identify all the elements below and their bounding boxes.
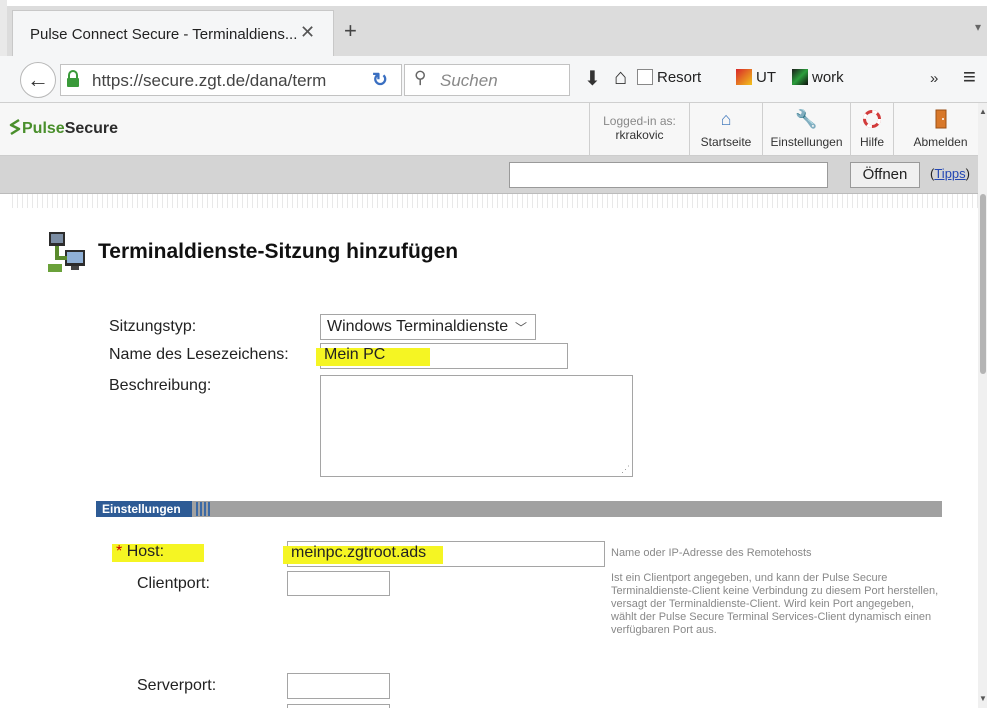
quick-open-bar (0, 156, 987, 194)
terminal-services-icon (48, 232, 85, 272)
startseite-button[interactable]: ⌂ Startseite (689, 103, 762, 156)
resize-grip-icon[interactable]: ⋰ (621, 464, 630, 475)
clientport-label: Clientport: (137, 575, 210, 592)
pulse-secure-logo: PulseSecure (8, 118, 118, 138)
wrench-icon: 🔧 (795, 109, 818, 129)
pulse-logo-icon (9, 118, 21, 136)
logged-in-info: Logged-in as: rkrakovic (589, 103, 689, 156)
sitzungstyp-select[interactable]: Windows Terminaldienste (320, 314, 536, 340)
url-text[interactable]: https://secure.zgt.de/dana/term (92, 71, 326, 91)
section-divider (96, 501, 942, 517)
tips: (Tipps) (930, 166, 970, 181)
next-field-input[interactable] (287, 704, 390, 708)
home-icon[interactable]: ⌂ (614, 64, 627, 90)
einstellungen-button[interactable]: 🔧 Einstellungen (762, 103, 850, 156)
serverport-input[interactable] (287, 673, 390, 699)
host-help-text: Name oder IP-Adresse des Remotehosts (611, 547, 812, 559)
lifebuoy-icon (851, 103, 893, 131)
scrollbar-thumb[interactable] (980, 194, 986, 374)
back-arrow-icon: ← (27, 67, 49, 92)
hilfe-button[interactable]: Hilfe (850, 103, 893, 156)
scroll-down-icon[interactable]: ▼ (979, 694, 987, 703)
host-value[interactable]: meinpc.zgtroot.ads (291, 544, 426, 562)
host-label: * Host: (116, 543, 165, 560)
clientport-input[interactable] (287, 571, 390, 596)
reload-icon[interactable]: ↻ (372, 69, 388, 92)
bookmark-name-value[interactable]: Mein PC (324, 346, 385, 364)
beschreibung-textarea[interactable] (320, 375, 633, 477)
username: rkrakovic (615, 128, 664, 142)
bookmark-name-label: Name des Lesezeichens: (109, 346, 289, 363)
serverport-label: Serverport: (137, 677, 217, 694)
bookmark-ut[interactable]: UT (736, 69, 776, 89)
open-button[interactable]: Öffnen (850, 162, 920, 188)
content-top-pattern (8, 194, 978, 208)
search-placeholder[interactable]: Suchen (440, 71, 498, 91)
search-icon: ⚲ (414, 68, 427, 87)
tab-title[interactable]: Pulse Connect Secure - Terminaldiens... (30, 26, 297, 43)
tips-link[interactable]: Tipps (934, 166, 965, 181)
logged-in-label: Logged-in as: (603, 114, 676, 128)
tab-close-icon[interactable]: ✕ (300, 22, 315, 43)
tab-list-chevron-icon[interactable]: ▾ (975, 20, 981, 34)
bookmark-resort[interactable]: Resort (637, 69, 701, 89)
work-icon (792, 69, 808, 85)
door-icon (894, 103, 987, 131)
required-marker: * (116, 543, 123, 560)
new-tab-icon[interactable]: + (344, 18, 357, 44)
hamburger-menu-icon[interactable]: ≡ (963, 64, 976, 90)
page-title: Terminaldienste-Sitzung hinzufügen (98, 240, 459, 263)
folder-icon (637, 69, 653, 85)
chevron-down-icon[interactable]: ﹀ (515, 319, 527, 336)
back-button[interactable]: ← (20, 62, 56, 98)
scroll-up-icon[interactable]: ▲ (979, 107, 987, 116)
home-icon: ⌂ (720, 109, 732, 129)
lock-icon (67, 70, 79, 87)
abmelden-button[interactable]: Abmelden (893, 103, 987, 156)
bookmarks-overflow-icon[interactable]: » (930, 70, 938, 87)
clientport-help-text: Ist ein Clientport angegeben, und kann d… (611, 572, 939, 636)
ut-icon (736, 69, 752, 85)
sitzungstyp-label: Sitzungstyp: (109, 318, 197, 335)
open-url-input[interactable] (509, 162, 828, 188)
beschreibung-label: Beschreibung: (109, 377, 212, 394)
download-icon[interactable]: ⬇ (584, 66, 601, 91)
bookmark-work[interactable]: work (792, 69, 844, 89)
section-title: Einstellungen (96, 501, 192, 517)
section-marker (196, 502, 210, 516)
